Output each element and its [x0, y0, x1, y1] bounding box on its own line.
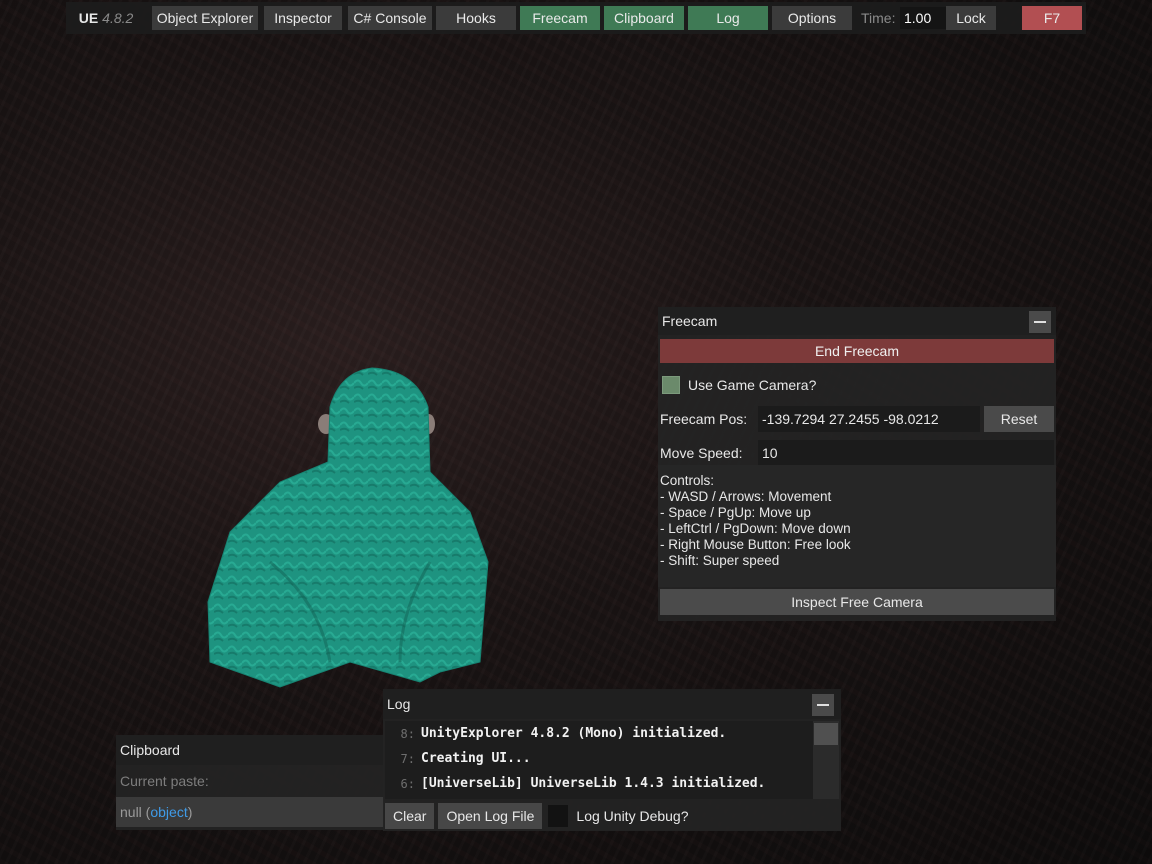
- use-game-camera-checkbox[interactable]: [662, 376, 680, 394]
- log-list: 8: UnityExplorer 4.8.2 (Mono) initialize…: [385, 721, 813, 799]
- tab-hooks[interactable]: Hooks: [436, 6, 516, 30]
- teal-hooded-figure: [207, 367, 489, 688]
- log-line: 7: Creating UI...: [385, 746, 813, 771]
- current-paste-label: Current paste:: [120, 773, 209, 789]
- brand-name: UE: [78, 10, 99, 26]
- log-line: 8: UnityExplorer 4.8.2 (Mono) initialize…: [385, 721, 813, 746]
- time-scale-label: Time:: [861, 10, 896, 26]
- log-scrollbar[interactable]: [813, 721, 839, 799]
- freecam-pos-input[interactable]: [758, 406, 980, 432]
- log-panel: Log 8: UnityExplorer 4.8.2 (Mono) initia…: [383, 689, 841, 831]
- clipboard-value[interactable]: null (object): [116, 797, 384, 827]
- move-speed-label: Move Speed:: [660, 445, 743, 461]
- freecam-panel: Freecam End Freecam Use Game Camera? Fre…: [658, 307, 1056, 621]
- log-line-text: Creating UI...: [421, 751, 531, 766]
- open-log-file-button[interactable]: Open Log File: [438, 803, 543, 829]
- brand-version: 4.8.2: [102, 10, 134, 26]
- log-minimize-icon[interactable]: [812, 694, 834, 716]
- log-unity-debug-checkbox[interactable]: [548, 805, 569, 827]
- reset-position-button[interactable]: Reset: [984, 406, 1054, 432]
- clipboard-null-text: null: [120, 804, 142, 820]
- log-line-text: UnityExplorer 4.8.2 (Mono) initialized.: [421, 726, 727, 741]
- top-navbar: UE 4.8.2 Object Explorer Inspector C# Co…: [66, 2, 1086, 34]
- inspect-free-camera-button[interactable]: Inspect Free Camera: [660, 589, 1054, 615]
- log-unity-debug-label: Log Unity Debug?: [576, 808, 689, 824]
- freecam-minimize-icon[interactable]: [1029, 311, 1051, 333]
- lock-button[interactable]: Lock: [946, 6, 996, 30]
- clipboard-panel: Clipboard Current paste: null (object): [116, 735, 384, 830]
- figure-body: [207, 367, 489, 688]
- log-line: 6: [UniverseLib] UniverseLib 1.4.3 initi…: [385, 771, 813, 796]
- move-speed-row: Move Speed:: [660, 440, 760, 466]
- freecam-pos-row: Freecam Pos:: [660, 406, 760, 432]
- tab-object-explorer[interactable]: Object Explorer: [152, 6, 258, 30]
- tab-log[interactable]: Log: [688, 6, 768, 30]
- time-scale-input[interactable]: [900, 7, 950, 29]
- log-line-number: 6:: [400, 776, 415, 791]
- clipboard-title[interactable]: Clipboard: [116, 735, 384, 765]
- log-line-number: 8:: [400, 726, 415, 741]
- tab-clipboard[interactable]: Clipboard: [604, 6, 684, 30]
- log-line-number: 7:: [400, 751, 415, 766]
- use-game-camera-label: Use Game Camera?: [688, 377, 817, 393]
- freecam-title[interactable]: Freecam: [658, 307, 1056, 335]
- log-line-text: [UniverseLib] UniverseLib 1.4.3 initiali…: [421, 776, 766, 791]
- tab-inspector[interactable]: Inspector: [264, 6, 342, 30]
- log-toolbar: Clear Open Log File Log Unity Debug?: [385, 803, 689, 829]
- clear-log-button[interactable]: Clear: [385, 803, 435, 829]
- end-freecam-button[interactable]: End Freecam: [660, 339, 1054, 363]
- app-brand: UE 4.8.2: [66, 4, 146, 32]
- move-speed-input[interactable]: [758, 440, 1054, 466]
- clipboard-type-text: object: [150, 804, 188, 820]
- tab-csharp-console[interactable]: C# Console: [348, 6, 432, 30]
- use-game-camera-row[interactable]: Use Game Camera?: [662, 375, 816, 395]
- freecam-pos-label: Freecam Pos:: [660, 411, 748, 427]
- tab-freecam[interactable]: Freecam: [520, 6, 600, 30]
- controls-help-text: Controls: - WASD / Arrows: Movement - Sp…: [660, 473, 851, 568]
- log-title[interactable]: Log: [383, 689, 841, 719]
- tab-options[interactable]: Options: [772, 6, 852, 30]
- toggle-hotkey-button[interactable]: F7: [1022, 6, 1082, 30]
- log-scroll-thumb[interactable]: [814, 723, 838, 745]
